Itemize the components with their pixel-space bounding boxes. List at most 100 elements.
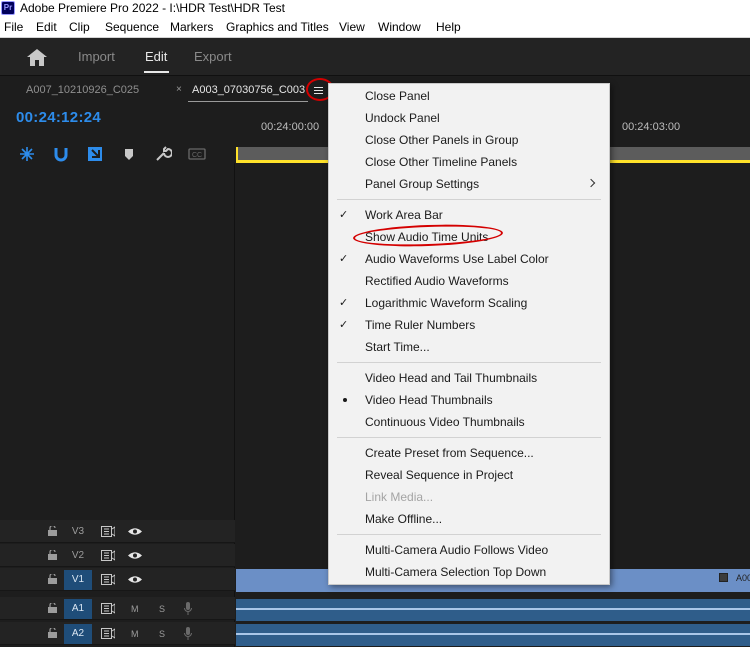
menu-bar: File Edit Clip Sequence Markers Graphics…: [0, 16, 750, 38]
menu-item-make-offline[interactable]: Make Offline...: [329, 508, 609, 530]
track-header-v1: V1: [0, 568, 235, 591]
toggle-sync-lock-icon[interactable]: [101, 574, 115, 585]
toggle-sync-lock-icon[interactable]: [101, 628, 115, 639]
menu-item-label: Panel Group Settings: [365, 177, 480, 191]
toggle-sync-lock-icon[interactable]: [101, 603, 115, 614]
track-name[interactable]: V2: [64, 546, 92, 566]
menu-item-label: Audio Waveforms Use Label Color: [365, 252, 549, 266]
menu-item-continuous-video-thumbnails[interactable]: Continuous Video Thumbnails: [329, 411, 609, 433]
checkmark-icon: ✓: [339, 253, 349, 265]
menu-item-panel-group-settings[interactable]: Panel Group Settings: [329, 173, 609, 195]
track-name[interactable]: V3: [64, 522, 92, 542]
eye-icon[interactable]: [128, 527, 142, 536]
track-header-v3: V3: [0, 520, 235, 543]
checkmark-icon: ✓: [339, 209, 349, 221]
menu-item-label: Reveal Sequence in Project: [365, 468, 514, 482]
menu-separator: [337, 437, 601, 438]
add-marker-icon[interactable]: [120, 145, 138, 163]
menu-item-label: Close Panel: [365, 89, 430, 103]
radio-bullet-icon: [343, 398, 347, 402]
menu-item-label: Close Other Timeline Panels: [365, 155, 518, 169]
solo-button[interactable]: S: [159, 599, 165, 619]
track-name[interactable]: V1: [64, 570, 92, 590]
lock-icon[interactable]: [48, 526, 57, 536]
menu-help[interactable]: Help: [436, 16, 461, 38]
audio-clip-a2[interactable]: [236, 624, 750, 646]
sequence-tab-a003[interactable]: A003_07030756_C003: [192, 77, 305, 103]
menu-item-label: Undock Panel: [365, 111, 440, 125]
audio-clip-a1[interactable]: [236, 599, 750, 621]
menu-item-start-time[interactable]: Start Time...: [329, 336, 609, 358]
menu-item-video-head-and-tail-thumbnails[interactable]: Video Head and Tail Thumbnails: [329, 367, 609, 389]
snap-magnet-icon[interactable]: [52, 145, 70, 163]
menu-item-label: Video Head and Tail Thumbnails: [365, 371, 538, 385]
menu-view[interactable]: View: [339, 16, 365, 38]
menu-item-label: Rectified Audio Waveforms: [365, 274, 509, 288]
lock-icon[interactable]: [48, 550, 57, 560]
sequence-tab-a007[interactable]: A007_10210926_C025: [26, 77, 139, 103]
menu-item-close-other-timeline-panels[interactable]: Close Other Timeline Panels: [329, 151, 609, 173]
menu-item-close-other-panels-in-group[interactable]: Close Other Panels in Group: [329, 129, 609, 151]
lock-icon[interactable]: [48, 603, 57, 613]
eye-icon[interactable]: [128, 551, 142, 560]
menu-item-link-media: Link Media...: [329, 486, 609, 508]
wrench-settings-icon[interactable]: [154, 145, 172, 163]
active-sequence-indicator: [188, 101, 308, 102]
menu-item-audio-waveforms-use-label-color[interactable]: ✓ Audio Waveforms Use Label Color: [329, 248, 609, 270]
checkmark-icon: ✓: [339, 319, 349, 331]
menu-edit[interactable]: Edit: [36, 16, 57, 38]
captions-icon[interactable]: CC: [188, 145, 206, 163]
tab-import[interactable]: Import: [78, 38, 115, 76]
home-icon[interactable]: [27, 49, 47, 66]
track-name[interactable]: A2: [64, 624, 92, 644]
workspace-header: Import Edit Export: [0, 38, 750, 76]
nest-sequence-icon[interactable]: [18, 145, 36, 163]
menu-item-work-area-bar[interactable]: ✓ Work Area Bar: [329, 204, 609, 226]
solo-button[interactable]: S: [159, 624, 165, 644]
track-header-v2: V2: [0, 544, 235, 567]
menu-item-label: Work Area Bar: [365, 208, 443, 222]
toggle-sync-lock-icon[interactable]: [101, 550, 115, 561]
menu-item-video-head-thumbnails[interactable]: Video Head Thumbnails: [329, 389, 609, 411]
microphone-icon[interactable]: [184, 627, 192, 640]
menu-separator: [337, 362, 601, 363]
mute-button[interactable]: M: [131, 624, 139, 644]
menu-markers[interactable]: Markers: [170, 16, 213, 38]
track-header-a1: A1 M S: [0, 597, 235, 620]
menu-window[interactable]: Window: [378, 16, 421, 38]
lock-icon[interactable]: [48, 574, 57, 584]
ruler-time-label: 00:24:03:00: [622, 121, 681, 133]
eye-icon[interactable]: [128, 575, 142, 584]
menu-item-label: Create Preset from Sequence...: [365, 446, 534, 460]
window-title: Adobe Premiere Pro 2022 - I:\HDR Test\HD…: [20, 1, 285, 15]
toggle-sync-lock-icon[interactable]: [101, 526, 115, 537]
menu-clip[interactable]: Clip: [69, 16, 90, 38]
mute-button[interactable]: M: [131, 599, 139, 619]
menu-item-time-ruler-numbers[interactable]: ✓ Time Ruler Numbers: [329, 314, 609, 336]
submenu-arrow-icon: [586, 178, 596, 188]
menu-sequence[interactable]: Sequence: [105, 16, 159, 38]
menu-item-label: Multi-Camera Audio Follows Video: [365, 543, 549, 557]
menu-item-create-preset-from-sequence[interactable]: Create Preset from Sequence...: [329, 442, 609, 464]
menu-graphics-and-titles[interactable]: Graphics and Titles: [226, 16, 329, 38]
menu-item-label: Video Head Thumbnails: [365, 393, 493, 407]
lock-icon[interactable]: [48, 628, 57, 638]
menu-item-label: Start Time...: [365, 340, 430, 354]
menu-item-label: Time Ruler Numbers: [365, 318, 476, 332]
menu-file[interactable]: File: [4, 16, 23, 38]
menu-item-close-panel[interactable]: Close Panel: [329, 85, 609, 107]
track-name[interactable]: A1: [64, 599, 92, 619]
svg-text:CC: CC: [192, 152, 202, 159]
close-tab-icon[interactable]: ×: [176, 77, 182, 103]
menu-item-multi-camera-selection-top-down[interactable]: Multi-Camera Selection Top Down: [329, 561, 609, 583]
microphone-icon[interactable]: [184, 602, 192, 615]
playhead-timecode[interactable]: 00:24:12:24: [16, 109, 101, 126]
menu-item-rectified-audio-waveforms[interactable]: Rectified Audio Waveforms: [329, 270, 609, 292]
menu-item-multi-camera-audio-follows-video[interactable]: Multi-Camera Audio Follows Video: [329, 539, 609, 561]
linked-selection-icon[interactable]: [86, 145, 104, 163]
menu-item-reveal-sequence-in-project[interactable]: Reveal Sequence in Project: [329, 464, 609, 486]
menu-item-logarithmic-waveform-scaling[interactable]: ✓ Logarithmic Waveform Scaling: [329, 292, 609, 314]
menu-item-undock-panel[interactable]: Undock Panel: [329, 107, 609, 129]
tab-export[interactable]: Export: [194, 38, 232, 76]
ruler-time-label: 00:24:00:00: [261, 121, 320, 133]
